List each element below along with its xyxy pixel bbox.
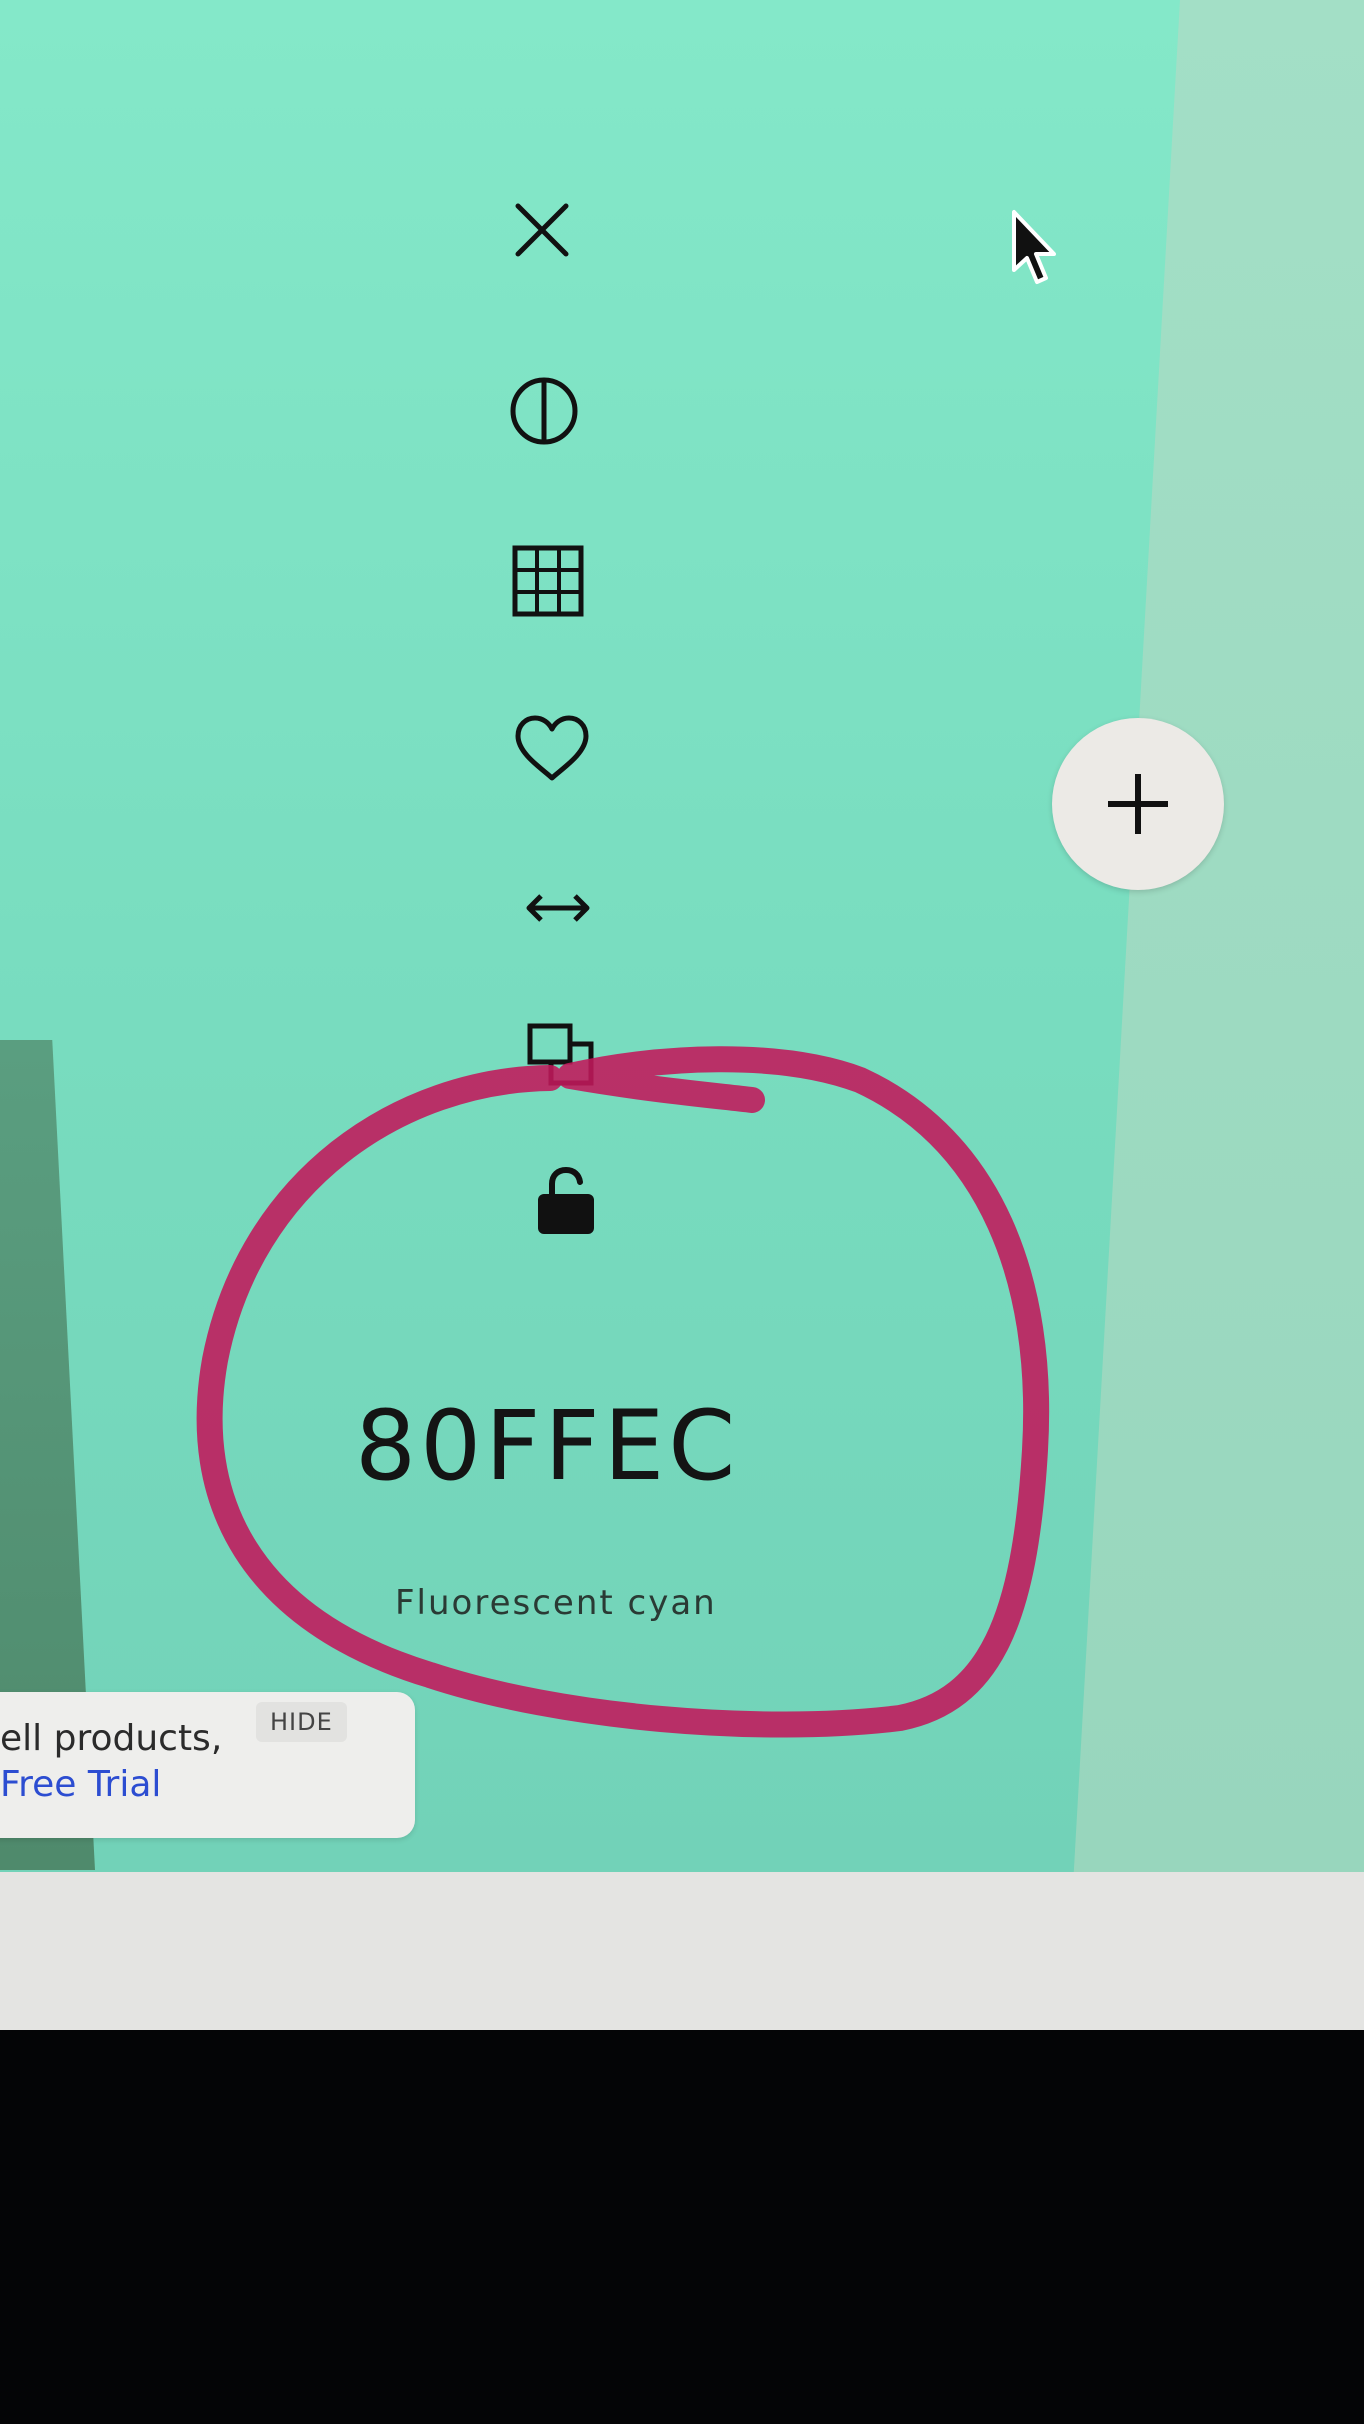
contrast-icon: [510, 377, 578, 445]
page-bottom-bar: [0, 1872, 1364, 2030]
resize-horizontal-icon: [526, 894, 590, 922]
hide-promo-button[interactable]: HIDE: [256, 1702, 347, 1742]
close-icon: [515, 203, 569, 257]
add-color-button[interactable]: [1052, 718, 1224, 890]
duplicate-button[interactable]: [522, 1016, 602, 1096]
free-trial-link[interactable]: Free Trial: [0, 1764, 161, 1805]
lock-button[interactable]: [526, 1162, 606, 1242]
color-name-label: Fluorescent cyan: [395, 1583, 717, 1623]
close-button[interactable]: [502, 190, 582, 270]
promo-banner: ell products, Free Trial HIDE: [0, 1692, 415, 1838]
browser-viewport: 80FFEC Fluorescent cyan ell products, Fr…: [0, 0, 1364, 2030]
photo-of-screen: 80FFEC Fluorescent cyan ell products, Fr…: [0, 0, 1364, 2424]
resize-button[interactable]: [518, 868, 598, 948]
heart-icon: [515, 715, 589, 781]
contrast-button[interactable]: [504, 371, 584, 451]
duplicate-icon: [527, 1023, 594, 1086]
hex-code-label[interactable]: 80FFEC: [355, 1398, 795, 1494]
mouse-cursor-icon: [1012, 210, 1056, 284]
monitor-bezel: [0, 2030, 1364, 2424]
unlock-icon: [538, 1166, 594, 1234]
grid-view-button[interactable]: [508, 541, 588, 621]
plus-icon: [1108, 774, 1168, 834]
promo-text: ell products,: [0, 1718, 223, 1759]
grid-icon: [512, 545, 584, 617]
favorite-button[interactable]: [512, 709, 592, 789]
